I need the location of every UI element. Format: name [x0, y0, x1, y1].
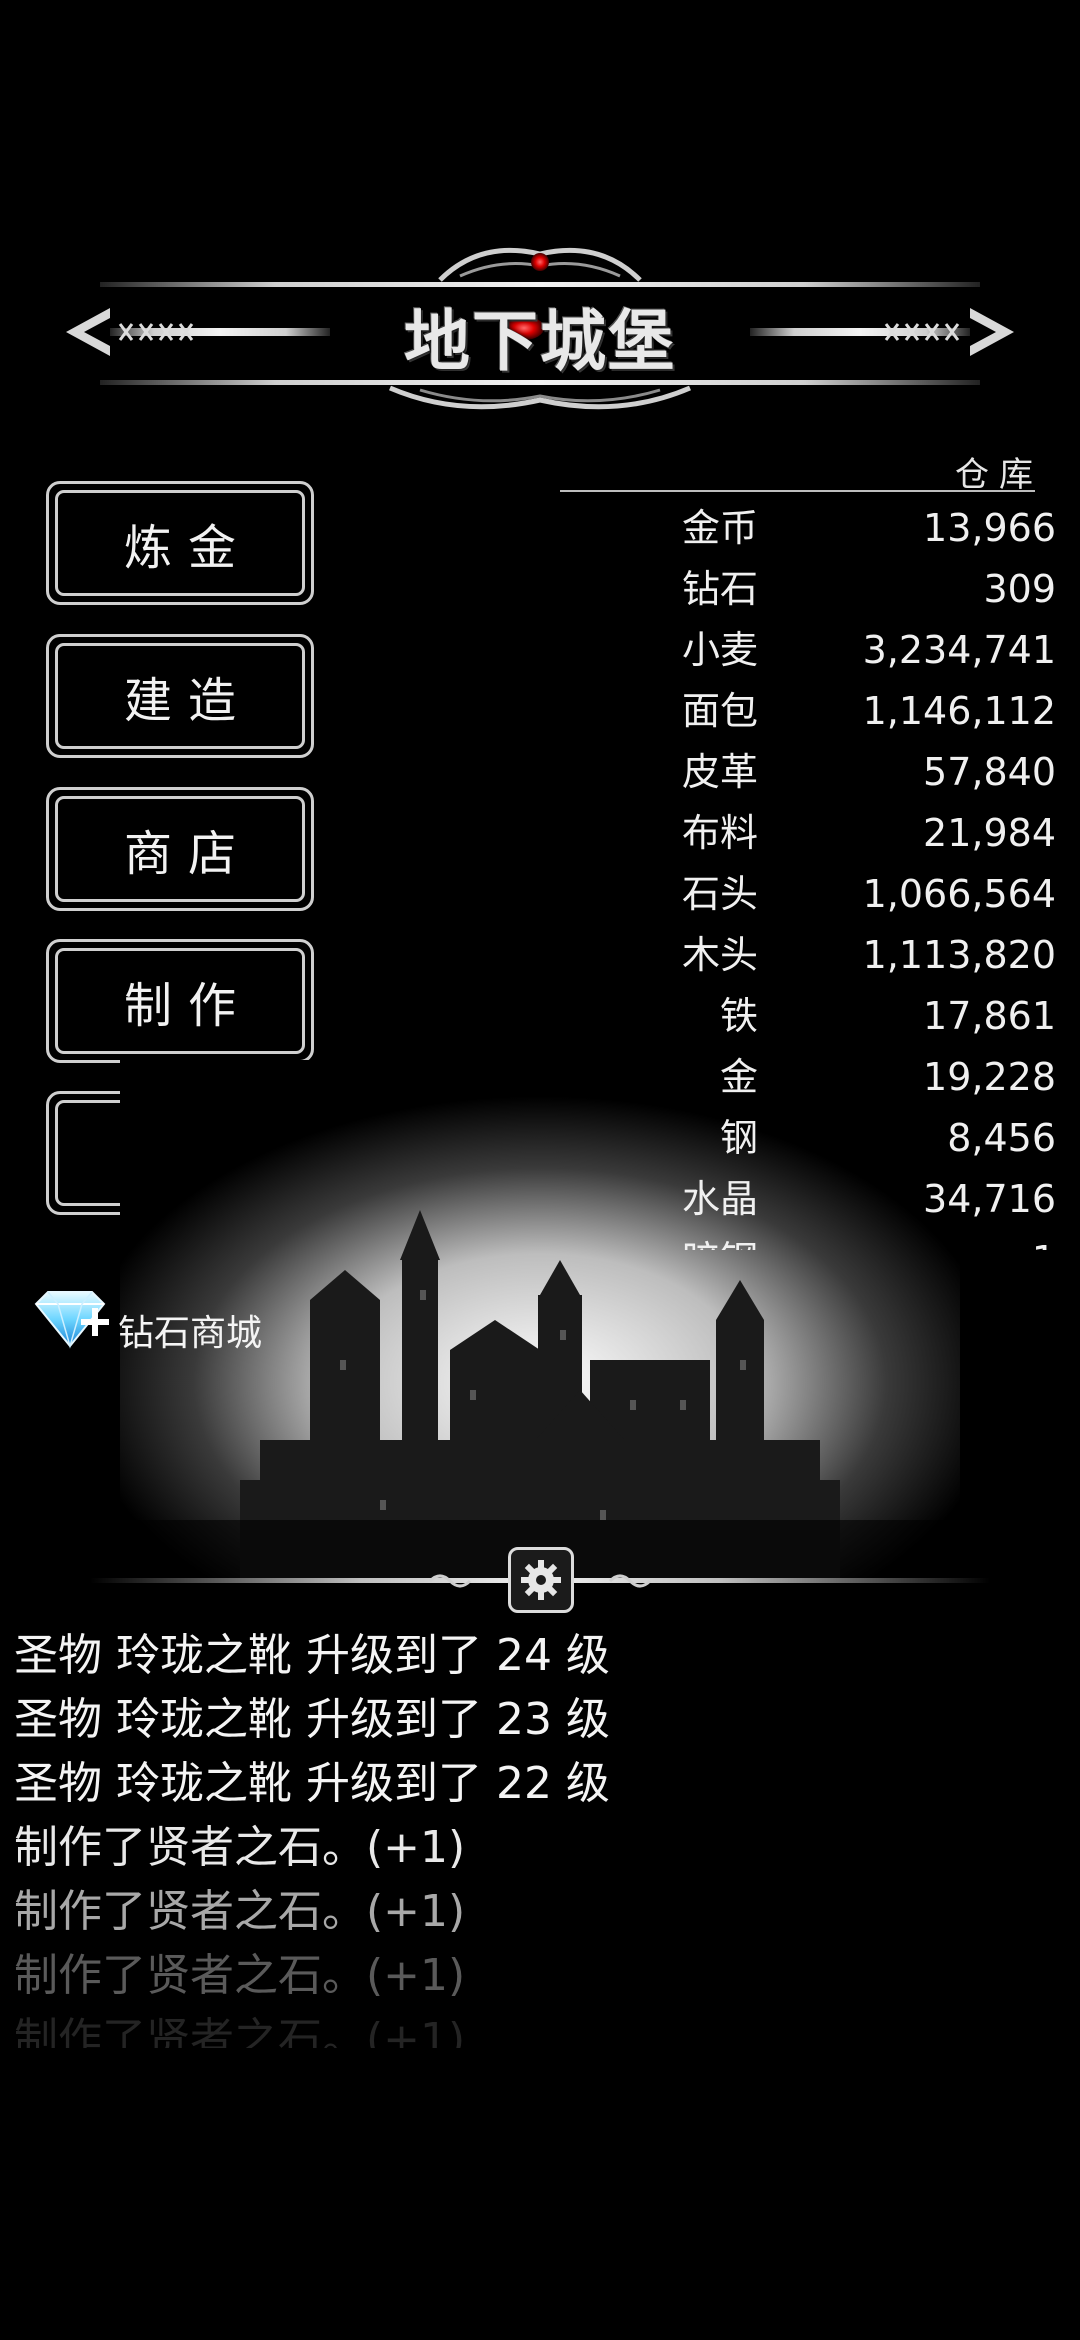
item-name: 小麦 — [681, 628, 758, 672]
item-name: 石头 — [681, 872, 758, 916]
item-name: 钻石 — [681, 567, 758, 611]
log-line: 制作了贤者之石。(+1) — [14, 2014, 466, 2048]
log-line: 圣物 玲珑之靴 升级到了 24 级 — [14, 1630, 610, 1681]
game-title: 地下城堡 — [404, 302, 676, 380]
warehouse-row-stone: 石头 1,066,564 — [660, 864, 1060, 925]
warehouse-row-bread: 面包 1,146,112 — [660, 681, 1060, 742]
warehouse-row-diamond: 钻石 309 — [660, 559, 1060, 620]
item-name: 钢 — [719, 1116, 758, 1160]
item-value: 309 — [983, 567, 1056, 611]
warehouse-divider — [560, 490, 1035, 492]
log-line: 制作了贤者之石。(+1) — [14, 1950, 466, 2001]
item-value: 8,456 — [947, 1116, 1056, 1160]
warehouse-row-gold-coin: 金币 13,966 — [660, 498, 1060, 559]
diamond-mall-link[interactable]: 钻石商城 — [118, 1304, 262, 1356]
item-name: 暗钢 — [660, 1230, 758, 1250]
warehouse-row-cloth: 布料 21,984 — [660, 803, 1060, 864]
settings-button[interactable] — [508, 1547, 574, 1613]
item-name: 金 — [719, 1055, 758, 1099]
item-name: 布料 — [681, 811, 758, 855]
shop-button-label: 商店 — [123, 826, 252, 882]
warehouse-title: 仓库 — [955, 455, 1043, 495]
alchemy-button[interactable]: 炼金 — [46, 481, 314, 605]
build-button[interactable]: 建造 — [46, 634, 314, 758]
build-button-label: 建造 — [123, 673, 252, 729]
item-value: 13,966 — [923, 506, 1056, 550]
alchemy-button-label: 炼金 — [123, 520, 252, 576]
log-line: 圣物 玲珑之靴 升级到了 22 级 — [14, 1758, 610, 1809]
warehouse-row-leather: 皮革 57,840 — [660, 742, 1060, 803]
warehouse-row-wheat: 小麦 3,234,741 — [660, 620, 1060, 681]
item-value: 1,146,112 — [862, 689, 1056, 733]
warehouse-row-steel: 钢 8,456 — [660, 1108, 1060, 1169]
item-name: 皮革 — [681, 750, 758, 794]
item-name: 面包 — [681, 689, 758, 733]
item-value: 19,228 — [923, 1055, 1056, 1099]
craft-button[interactable]: 制作 — [46, 939, 314, 1063]
item-value: 57,840 — [923, 750, 1056, 794]
message-log[interactable]: 圣物 玲珑之靴 升级到了 24 级 圣物 玲珑之靴 升级到了 23 级 圣物 玲… — [14, 1624, 1054, 2048]
game-screen: 地下城堡 炼金 建造 商店 制作 训练 — [0, 0, 1080, 2340]
craft-button-label: 制作 — [123, 978, 252, 1034]
log-line: 制作了贤者之石。(+1) — [14, 1822, 466, 1873]
item-name: 木头 — [681, 933, 758, 977]
item-value: 17,861 — [923, 994, 1056, 1038]
title-banner: 地下城堡 — [60, 240, 1020, 440]
item-value: 1,113,820 — [862, 933, 1056, 977]
shop-button[interactable]: 商店 — [46, 787, 314, 911]
gear-icon — [521, 1560, 561, 1600]
item-value: 1,066,564 — [862, 872, 1056, 916]
item-value: 1 — [1032, 1230, 1056, 1250]
warehouse-row-crystal: 水晶 34,716 — [660, 1169, 1060, 1230]
warehouse-row-dark-steel: 暗钢 1 — [660, 1230, 1060, 1250]
warehouse-row-gold: 金 19,228 — [660, 1047, 1060, 1108]
item-name: 金币 — [681, 506, 758, 550]
warehouse-row-iron: 铁 17,861 — [660, 986, 1060, 1047]
log-line: 制作了贤者之石。(+1) — [14, 1886, 466, 1937]
log-line: 圣物 玲珑之靴 升级到了 23 级 — [14, 1694, 610, 1745]
item-value: 21,984 — [923, 811, 1056, 855]
diamond-plus-icon[interactable] — [26, 1288, 118, 1350]
item-value: 34,716 — [923, 1177, 1056, 1221]
item-value: 3,234,741 — [862, 628, 1056, 672]
warehouse-list[interactable]: 金币 13,966 钻石 309 小麦 3,234,741 面包 1,146,1… — [660, 498, 1060, 1250]
warehouse-row-wood: 木头 1,113,820 — [660, 925, 1060, 986]
item-name: 铁 — [719, 994, 758, 1038]
item-name: 水晶 — [681, 1177, 758, 1221]
